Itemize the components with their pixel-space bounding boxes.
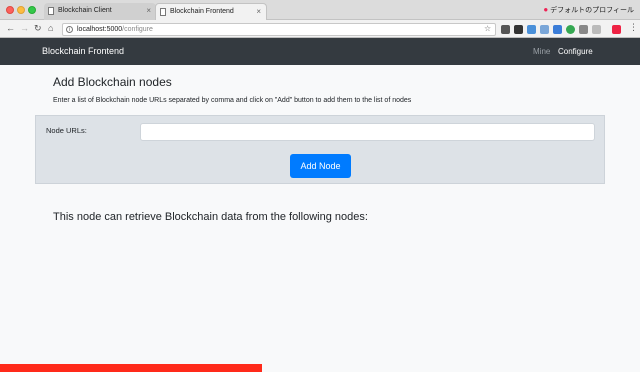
extension-icon[interactable] xyxy=(579,25,588,34)
back-icon[interactable]: ← xyxy=(6,23,15,33)
url-path: /configure xyxy=(122,26,153,33)
url-host: localhost:5000 xyxy=(77,26,123,33)
profile-button[interactable]: ● デフォルトのプロフィール xyxy=(543,5,634,15)
maximize-window-icon[interactable] xyxy=(28,6,36,14)
info-icon[interactable]: i xyxy=(66,26,73,33)
document-icon xyxy=(160,8,166,16)
navbar-brand[interactable]: Blockchain Frontend xyxy=(42,46,124,56)
minimize-window-icon[interactable] xyxy=(17,6,25,14)
extension-icon[interactable] xyxy=(540,25,549,34)
extension-icon[interactable] xyxy=(501,25,510,34)
node-urls-label: Node URLs: xyxy=(46,126,87,135)
extension-icon[interactable] xyxy=(566,25,575,34)
browser-toolbar: ← → ↻ ⌂ i localhost:5000/configure ☆ ⋮ xyxy=(0,20,640,38)
profile-icon: ● xyxy=(543,5,549,14)
page-title: Add Blockchain nodes xyxy=(53,75,172,89)
reload-icon[interactable]: ↻ xyxy=(34,23,42,34)
profile-label: デフォルトのプロフィール xyxy=(550,7,634,14)
node-urls-input[interactable] xyxy=(140,123,595,141)
add-node-button[interactable]: Add Node xyxy=(290,154,351,178)
address-bar[interactable]: i localhost:5000/configure xyxy=(62,23,496,36)
loading-progress-fill xyxy=(0,364,263,372)
tab-blockchain-client[interactable]: Blockchain Client × xyxy=(44,3,156,20)
nav-link-mine[interactable]: Mine xyxy=(533,47,550,56)
tab-label: Blockchain Frontend xyxy=(170,8,234,15)
loading-progress-bar xyxy=(0,364,640,372)
site-navbar: Blockchain Frontend Mine Configure xyxy=(0,38,640,65)
tab-label: Blockchain Client xyxy=(58,7,112,14)
extension-icon[interactable] xyxy=(553,25,562,34)
add-node-form: Node URLs: Add Node xyxy=(35,115,605,184)
extension-icon[interactable] xyxy=(612,25,621,34)
nav-link-configure[interactable]: Configure xyxy=(558,47,593,56)
browser-tab-strip: Blockchain Client × Blockchain Frontend … xyxy=(0,0,640,20)
extension-icon[interactable] xyxy=(527,25,536,34)
close-window-icon[interactable] xyxy=(6,6,14,14)
menu-icon[interactable]: ⋮ xyxy=(629,22,638,33)
extension-icon[interactable] xyxy=(592,25,601,34)
bookmark-star-icon[interactable]: ☆ xyxy=(484,24,491,33)
page-description: Enter a list of Blockchain node URLs sep… xyxy=(53,97,412,104)
forward-icon[interactable]: → xyxy=(20,23,29,33)
close-tab-icon[interactable]: × xyxy=(146,6,151,15)
close-tab-icon[interactable]: × xyxy=(256,7,261,16)
tab-blockchain-frontend[interactable]: Blockchain Frontend × xyxy=(155,3,267,20)
home-icon[interactable]: ⌂ xyxy=(48,23,53,33)
document-icon xyxy=(48,7,54,15)
nodes-list-heading: This node can retrieve Blockchain data f… xyxy=(53,211,368,223)
extension-icon[interactable] xyxy=(514,25,523,34)
